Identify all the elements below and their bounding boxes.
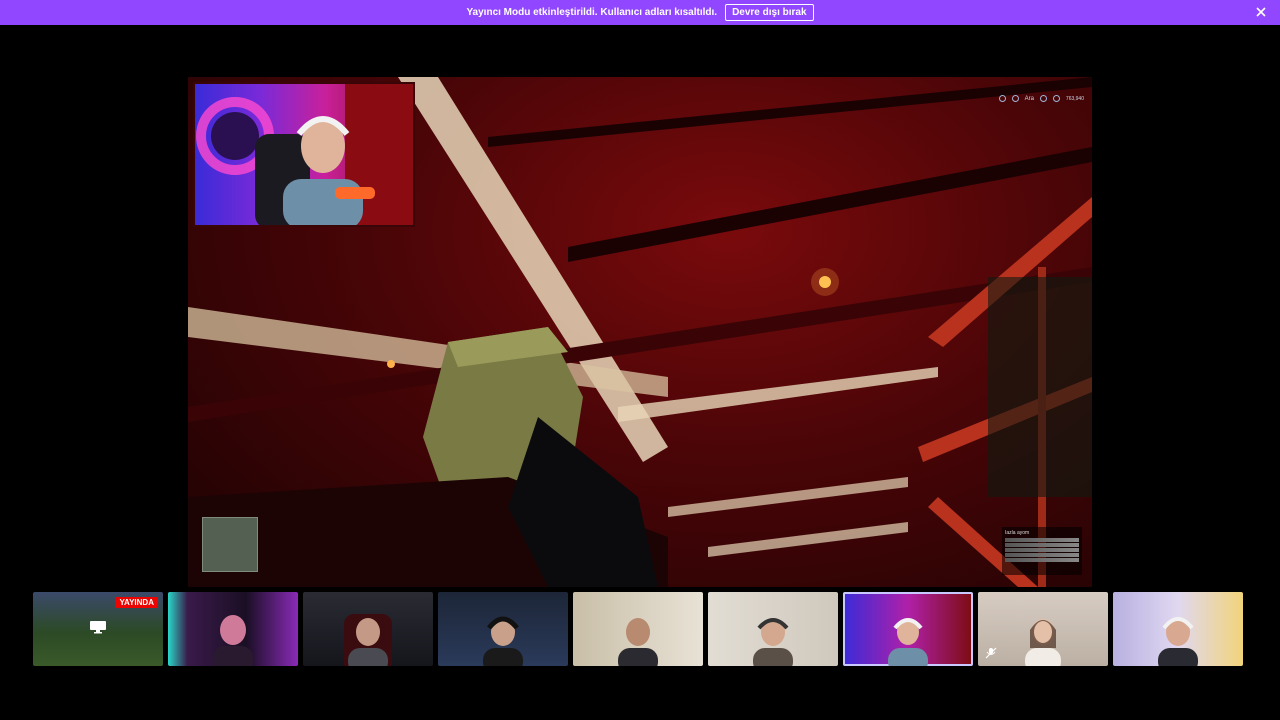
streamer-facecam — [193, 82, 415, 227]
thumbnail-participant[interactable] — [1113, 592, 1243, 666]
thumbnail-participant[interactable] — [708, 592, 838, 666]
stats-row — [1005, 558, 1079, 562]
stats-row — [1005, 548, 1079, 552]
participant-avatar — [753, 618, 793, 666]
screen-share-icon — [90, 621, 106, 634]
thumbnail-participant-muted[interactable] — [978, 592, 1108, 666]
game-minimap — [202, 517, 258, 572]
game-stats-panel: Iazla ayom — [1002, 527, 1082, 575]
participant-avatar — [1025, 619, 1061, 666]
thumbnail-participant[interactable] — [438, 592, 568, 666]
participant-avatar — [344, 614, 392, 666]
close-icon[interactable] — [1255, 6, 1267, 18]
hud-chat-icon — [998, 95, 1006, 102]
thumbnail-participant[interactable] — [168, 592, 298, 666]
stats-title: Iazla ayom — [1005, 530, 1030, 536]
streamer-mode-banner: Yayıncı Modu etkinleştirildi. Kullanıcı … — [0, 0, 1280, 25]
hud-search-icon — [1011, 95, 1019, 102]
hud-clock-icon — [1039, 95, 1047, 102]
thumbnail-participant[interactable] — [573, 592, 703, 666]
participant-avatar — [618, 618, 658, 666]
participant-avatar — [213, 615, 253, 666]
hud-label: Ara — [1024, 95, 1034, 102]
main-stream-video[interactable]: Ara 763,940 Iazla ayom — [188, 77, 1092, 587]
thumbnail-participant[interactable] — [303, 592, 433, 666]
disable-streamer-mode-button[interactable]: Devre dışı bırak — [725, 4, 814, 21]
game-hud: Ara 763,940 — [998, 95, 1084, 102]
banner-message: Yayıncı Modu etkinleştirildi. Kullanıcı … — [466, 7, 718, 18]
live-badge: YAYINDA — [115, 597, 158, 608]
participant-avatar — [888, 618, 928, 666]
hud-value: 763,940 — [1065, 95, 1084, 102]
stats-row — [1005, 553, 1079, 557]
participant-avatar — [483, 616, 523, 666]
thumbnail-participant-selected[interactable] — [843, 592, 973, 666]
participant-thumbnails: YAYINDA — [33, 592, 1243, 666]
stats-row — [1005, 538, 1079, 542]
hud-info-icon — [1052, 95, 1060, 102]
mic-muted-icon — [985, 647, 997, 659]
stats-row — [1005, 543, 1079, 547]
facecam-person — [196, 84, 413, 225]
participant-avatar — [1158, 617, 1198, 666]
thumbnail-live-screen[interactable]: YAYINDA — [33, 592, 163, 666]
